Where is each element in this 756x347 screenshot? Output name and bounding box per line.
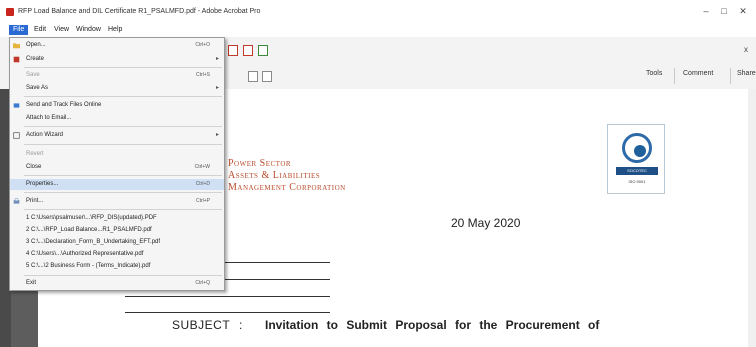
wizard-icon — [13, 132, 20, 139]
menu-item-label: 2 C:\...\RFP_Load Balance...R1_PSALMFD.p… — [26, 227, 152, 233]
menu-item-label: 3 C:\...\Declaration_Form_B_Undertaking_… — [26, 239, 161, 245]
menu-item-shortcut: Ctrl+W — [194, 164, 210, 170]
org-name-line-3: Management Corporation — [228, 182, 346, 193]
menu-bar: File Edit View Window Help — [0, 22, 756, 37]
certification-seal-icon — [622, 133, 652, 163]
menu-item-shortcut: Ctrl+O — [195, 42, 210, 48]
address-line — [125, 312, 330, 313]
menu-separator — [24, 96, 222, 97]
menu-item-label: Save — [26, 72, 40, 78]
menu-item-label: Revert — [26, 151, 44, 157]
org-name-line-1: Power Sector — [228, 158, 292, 169]
vertical-scrollbar[interactable] — [748, 89, 756, 347]
export-icon[interactable] — [258, 45, 268, 56]
logo-caption: ISO 9001 — [628, 179, 646, 184]
menu-separator — [24, 192, 222, 193]
org-name-line-2: Assets & Liabilities — [228, 170, 321, 181]
close-window-button[interactable]: ✕ — [737, 6, 749, 16]
menu-item-label: 1 C:\Users\psalmuser\...\RFP_DIS(updated… — [26, 215, 157, 221]
logo-brand: SOCOTEC — [616, 167, 658, 175]
minimize-button[interactable]: – — [700, 6, 712, 16]
menu-separator — [24, 209, 222, 210]
subject-colon: : — [239, 318, 243, 332]
print-icon — [13, 198, 20, 204]
menu-item-label: Properties... — [26, 181, 59, 187]
menu-item-label: Print... — [26, 198, 44, 204]
send-icon — [13, 103, 20, 108]
read-mode-icon[interactable] — [262, 71, 272, 82]
menu-item-open[interactable]: Open... Ctrl+O — [10, 40, 224, 51]
menu-separator — [24, 144, 222, 145]
file-menu-dropdown: Open... Ctrl+O Create ▸ Save Ctrl+S Save… — [9, 37, 225, 291]
menu-item-send-track[interactable]: Send and Track Files Online — [10, 100, 224, 111]
menu-item-label: Action Wizard — [26, 132, 64, 138]
menu-separator — [24, 67, 222, 68]
menu-item-shortcut: Ctrl+D — [195, 181, 210, 187]
menu-item-exit[interactable]: Exit Ctrl+Q — [10, 278, 224, 289]
menu-window[interactable]: Window — [72, 25, 105, 35]
certification-logo: SOCOTEC ISO 9001 — [607, 124, 665, 194]
menu-separator — [24, 175, 222, 176]
menu-item-label: 5 C:\...\2 Business Form - (Terms_Indica… — [26, 263, 151, 269]
submenu-arrow-icon: ▸ — [215, 132, 219, 138]
menu-item-label: Exit — [26, 280, 37, 286]
recent-file-3[interactable]: 3 C:\...\Declaration_Form_B_Undertaking_… — [10, 237, 224, 248]
folder-icon — [13, 43, 20, 49]
menu-item-save: Save Ctrl+S — [10, 70, 224, 81]
menu-item-close[interactable]: Close Ctrl+W — [10, 162, 224, 173]
maximize-button[interactable]: □ — [718, 6, 730, 16]
menu-edit[interactable]: Edit — [30, 25, 50, 35]
title-bar: RFP Load Balance and DIL Certificate R1_… — [0, 0, 756, 22]
submenu-arrow-icon: ▸ — [215, 85, 219, 91]
recent-file-1[interactable]: 1 C:\Users\psalmuser\...\RFP_DIS(updated… — [10, 213, 224, 224]
menu-item-revert: Revert — [10, 149, 224, 160]
menu-item-shortcut: Ctrl+Q — [195, 280, 210, 286]
menu-item-create[interactable]: Create ▸ — [10, 54, 224, 65]
toolbar-close-icon[interactable]: x — [744, 45, 748, 54]
menu-file[interactable]: File — [9, 25, 29, 35]
create-icon — [13, 56, 20, 63]
recent-file-5[interactable]: 5 C:\...\2 Business Form - (Terms_Indica… — [10, 261, 224, 272]
toolbar-separator — [674, 68, 675, 84]
menu-item-label: Save As — [26, 85, 49, 91]
recent-file-2[interactable]: 2 C:\...\RFP_Load Balance...R1_PSALMFD.p… — [10, 225, 224, 236]
create-pdf-icon[interactable] — [228, 45, 238, 56]
menu-item-action-wizard[interactable]: Action Wizard ▸ — [10, 130, 224, 141]
share-button[interactable]: Share — [737, 70, 756, 77]
menu-item-label: Send and Track Files Online — [26, 102, 102, 108]
menu-item-label: Attach to Email... — [26, 115, 72, 121]
menu-item-label: Close — [26, 164, 42, 170]
toolbar-separator — [730, 68, 731, 84]
subject-text: Invitation to Submit Proposal for the Pr… — [265, 318, 600, 332]
menu-item-properties[interactable]: Properties... Ctrl+D — [10, 179, 224, 190]
menu-item-label: 4 C:\Users\...\Authorized Representative… — [26, 251, 144, 257]
menu-help[interactable]: Help — [104, 25, 126, 35]
menu-item-shortcut: Ctrl+P — [195, 198, 210, 204]
window-title: RFP Load Balance and DIL Certificate R1_… — [18, 8, 261, 15]
comment-button[interactable]: Comment — [683, 70, 713, 77]
acrobat-app-icon — [6, 8, 14, 16]
tools-button[interactable]: Tools — [646, 70, 662, 77]
menu-view[interactable]: View — [50, 25, 73, 35]
recent-file-4[interactable]: 4 C:\Users\...\Authorized Representative… — [10, 249, 224, 260]
combine-files-icon[interactable] — [243, 45, 253, 56]
menu-item-print[interactable]: Print... Ctrl+P — [10, 196, 224, 207]
menu-item-label: Open... — [26, 42, 46, 48]
fit-page-icon[interactable] — [248, 71, 258, 82]
subject-label: SUBJECT — [172, 318, 231, 332]
menu-item-save-as[interactable]: Save As ▸ — [10, 83, 224, 94]
address-line — [125, 296, 330, 297]
menu-item-attach-email[interactable]: Attach to Email... — [10, 113, 224, 124]
menu-separator — [24, 275, 222, 276]
letter-date: 20 May 2020 — [451, 216, 521, 230]
submenu-arrow-icon: ▸ — [215, 56, 219, 62]
menu-item-shortcut: Ctrl+S — [195, 72, 210, 78]
menu-separator — [24, 126, 222, 127]
menu-item-label: Create — [26, 56, 45, 62]
